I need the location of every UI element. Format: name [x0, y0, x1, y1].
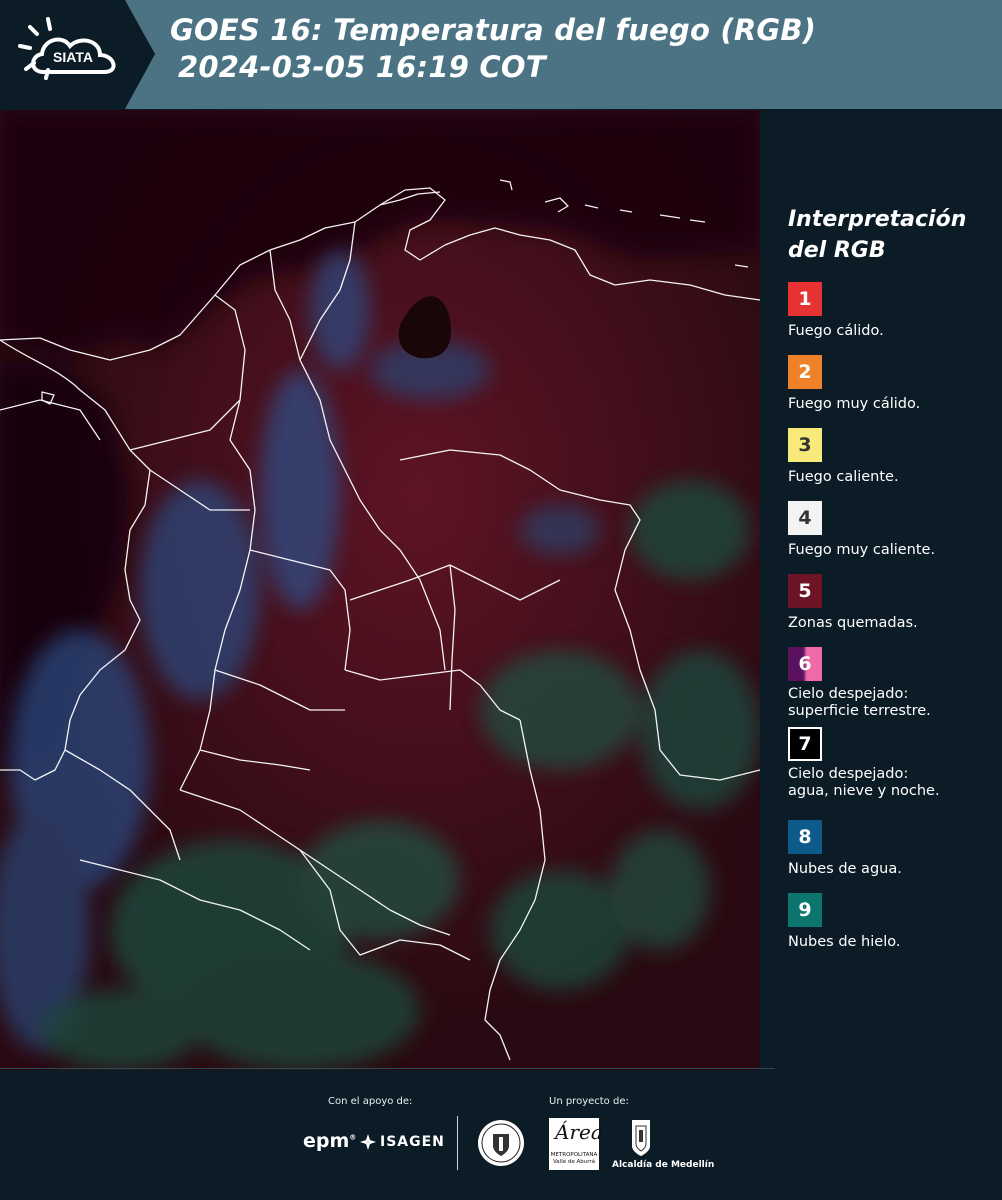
legend-label-6-line-2: superficie terrestre. — [788, 703, 931, 719]
legend-item-6: 6 Cielo despejado: superficie terrestre. — [788, 647, 998, 727]
legend-label-8: Nubes de agua. — [788, 861, 902, 877]
legend-item-5: 5 Zonas quemadas. — [788, 574, 998, 647]
legend-label-7: Cielo despejado: agua, nieve y noche. — [788, 766, 998, 800]
footer-divider-line — [0, 1068, 775, 1069]
support-label: Con el apoyo de: — [328, 1096, 413, 1107]
legend-item-3: 3 Fuego caliente. — [788, 428, 998, 501]
legend-item-8: 8 Nubes de agua. — [788, 820, 998, 893]
rgb-legend: Interpretación del RGB 1 Fuego cálido. 2… — [788, 204, 998, 966]
legend-label-7-line-1: Cielo despejado: — [788, 766, 909, 782]
legend-label-6-line-1: Cielo despejado: — [788, 686, 909, 702]
legend-item-1: 1 Fuego cálido. — [788, 282, 998, 355]
legend-label-3: Fuego caliente. — [788, 469, 899, 485]
area-logo-script: Área — [555, 1120, 603, 1144]
epm-logo: epm® — [303, 1130, 357, 1152]
legend-item-9: 9 Nubes de hielo. — [788, 893, 998, 966]
legend-label-5: Zonas quemadas. — [788, 615, 918, 631]
page-title: GOES 16: Temperatura del fuego (RGB) 202… — [170, 12, 816, 86]
siata-logo: SIATA — [0, 0, 155, 109]
legend-item-4: 4 Fuego muy caliente. — [788, 501, 998, 574]
siata-logo-text: SIATA — [53, 49, 93, 65]
legend-swatch-2: 2 — [788, 355, 822, 389]
satellite-map — [0, 110, 760, 1070]
legend-swatch-3: 3 — [788, 428, 822, 462]
area-metropolitana-logo: Área METROPOLITANA Valle de Aburrá — [549, 1118, 603, 1170]
legend-swatch-9: 9 — [788, 893, 822, 927]
legend-item-2: 2 Fuego muy cálido. — [788, 355, 998, 428]
medellin-coat-of-arms-icon — [632, 1120, 650, 1156]
project-label: Un proyecto de: — [549, 1096, 629, 1107]
legend-swatch-7: 7 — [788, 727, 822, 761]
satellite-map-image — [0, 110, 760, 1070]
legend-swatch-6: 6 — [788, 647, 822, 681]
university-seal-icon — [478, 1120, 524, 1166]
legend-swatch-4: 4 — [788, 501, 822, 535]
footer: Con el apoyo de: Un proyecto de: epm® IS… — [0, 1068, 1002, 1200]
legend-swatch-8: 8 — [788, 820, 822, 854]
legend-title: Interpretación del RGB — [788, 204, 998, 266]
isagen-logo-text: ISAGEN — [380, 1134, 445, 1150]
area-logo-caption-line-1: METROPOLITANA — [550, 1152, 598, 1158]
legend-swatch-5: 5 — [788, 574, 822, 608]
area-logo-caption: METROPOLITANA Valle de Aburrá — [550, 1152, 598, 1166]
legend-swatch-1: 1 — [788, 282, 822, 316]
medellin-logo-text: Alcaldía de Medellín — [612, 1160, 715, 1170]
legend-title-line-2: del RGB — [788, 238, 886, 263]
legend-label-7-line-2: agua, nieve y noche. — [788, 783, 940, 799]
legend-label-6: Cielo despejado: superficie terrestre. — [788, 686, 998, 720]
isagen-icon — [360, 1134, 376, 1150]
title-timestamp: 2024-03-05 16:19 COT — [178, 50, 546, 84]
title-line-1: GOES 16: Temperatura del fuego (RGB) — [170, 13, 817, 47]
header-bar: SIATA GOES 16: Temperatura del fuego (RG… — [0, 0, 1002, 109]
legend-label-9: Nubes de hielo. — [788, 934, 901, 950]
legend-title-line-1: Interpretación — [788, 207, 967, 232]
legend-label-2: Fuego muy cálido. — [788, 396, 921, 412]
legend-label-4: Fuego muy caliente. — [788, 542, 936, 558]
legend-item-7: 7 Cielo despejado: agua, nieve y noche. — [788, 727, 998, 820]
isagen-logo: ISAGEN — [358, 1132, 444, 1152]
legend-label-1: Fuego cálido. — [788, 323, 884, 339]
footer-vertical-divider — [457, 1116, 458, 1170]
epm-logo-text: epm — [303, 1130, 350, 1152]
area-logo-caption-line-2: Valle de Aburrá — [552, 1159, 596, 1165]
